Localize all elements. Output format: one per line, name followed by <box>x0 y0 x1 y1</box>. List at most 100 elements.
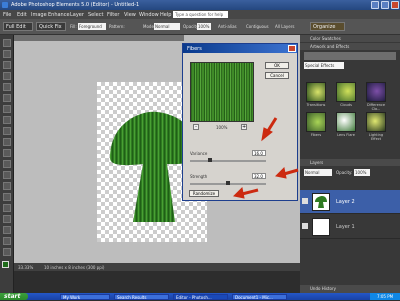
brush-tool-icon[interactable] <box>3 193 11 201</box>
menu-layer[interactable]: Layer <box>70 12 84 18</box>
red-eye-tool-icon[interactable] <box>3 149 11 157</box>
taskbar-item[interactable]: Document1 - Mic... <box>232 294 287 300</box>
layer-blend-mode-select[interactable]: Normal <box>304 169 332 176</box>
effect-label: Clouds <box>340 103 352 107</box>
eye-visibility-icon[interactable] <box>302 223 308 229</box>
toolbox <box>0 35 14 293</box>
cookie-cutter-tool-icon[interactable] <box>3 138 11 146</box>
lasso-tool-icon[interactable] <box>3 94 11 102</box>
menu-image[interactable]: Image <box>31 12 47 18</box>
start-button[interactable]: start <box>0 293 28 300</box>
fill-label: Fill: <box>70 24 77 29</box>
zoom-tool-icon[interactable] <box>3 50 11 58</box>
blur-tool-icon[interactable] <box>3 237 11 245</box>
menu-edit[interactable]: Edit <box>17 12 27 18</box>
effect-transitions-thumb[interactable] <box>306 82 326 102</box>
organize-button[interactable]: Organize <box>310 22 345 31</box>
effect-lighting-thumb[interactable] <box>366 112 386 132</box>
minimize-button[interactable] <box>371 1 379 9</box>
app-title-bar: Adobe Photoshop Elements 5.0 (Editor) - … <box>0 0 400 10</box>
taskbar-item[interactable]: My Work <box>60 294 110 300</box>
undo-history-panel-header[interactable]: Undo History <box>300 285 400 293</box>
effect-label: Lens Flare <box>337 133 355 137</box>
pattern-label: Pattern: <box>109 24 125 29</box>
eyedropper-tool-icon[interactable] <box>3 72 11 80</box>
layer-thumbnail <box>312 193 330 211</box>
layer-opacity-label: Opacity: <box>336 170 353 175</box>
system-clock: 7:05 PM <box>370 293 400 300</box>
full-edit-button[interactable]: Full Edit <box>3 22 33 31</box>
eraser-tool-icon[interactable] <box>3 182 11 190</box>
paint-bucket-tool-icon[interactable] <box>3 204 11 212</box>
effect-fibers-thumb[interactable] <box>306 112 326 132</box>
menu-file[interactable]: File <box>3 12 11 18</box>
contiguous-checkbox[interactable]: Contiguous <box>246 24 269 29</box>
menu-view[interactable]: View <box>124 12 136 18</box>
palette-bin: Color Swatches Artwork and Effects Speci… <box>300 35 400 293</box>
document-tab <box>14 35 184 41</box>
effect-label: Lighting Effect <box>368 133 384 141</box>
options-bar: Full Edit Quick Fix Fill: Foreground Pat… <box>0 19 400 35</box>
hand-tool-icon[interactable] <box>3 61 11 69</box>
layer-row[interactable]: Layer 1 <box>300 215 400 239</box>
menu-window[interactable]: Window <box>139 12 159 18</box>
maximize-button[interactable] <box>381 1 389 9</box>
effect-label: Difference Clo... <box>366 103 386 111</box>
layer-opacity-field[interactable]: 100% <box>354 169 370 176</box>
cancel-button[interactable]: Cancel <box>265 72 289 79</box>
foreground-color-swatch[interactable] <box>2 261 9 268</box>
layer-name: Layer 1 <box>336 224 355 230</box>
layer-row[interactable]: Layer 2 <box>300 190 400 214</box>
effects-toolbar <box>304 52 396 60</box>
menu-enhance[interactable]: Enhance <box>48 12 70 18</box>
fill-select[interactable]: Foreground <box>78 23 106 30</box>
gradient-tool-icon[interactable] <box>3 215 11 223</box>
marquee-tool-icon[interactable] <box>3 83 11 91</box>
effect-label: Transitions <box>306 103 326 107</box>
menu-filter[interactable]: Filter <box>107 12 119 18</box>
arrow-head-icon <box>274 166 287 179</box>
opacity-field[interactable]: 100% <box>197 23 211 30</box>
healing-brush-tool-icon[interactable] <box>3 160 11 168</box>
move-tool-icon[interactable] <box>3 39 11 47</box>
mushroom-thumb-icon <box>315 196 327 208</box>
effect-lens-flare-thumb[interactable] <box>336 112 356 132</box>
dialog-title: Fibers <box>187 46 202 52</box>
all-layers-checkbox[interactable]: All Layers <box>275 24 294 29</box>
crop-tool-icon[interactable] <box>3 127 11 135</box>
annotation-arrows <box>232 117 299 199</box>
menu-select[interactable]: Select <box>88 12 103 18</box>
fibers-dialog-title-bar: Fibers <box>183 44 297 53</box>
magic-wand-tool-icon[interactable] <box>3 105 11 113</box>
help-search-input[interactable]: Type a question for help <box>173 11 228 18</box>
clone-stamp-tool-icon[interactable] <box>3 171 11 179</box>
dialog-close-icon[interactable] <box>288 45 296 52</box>
arrow-to-strength-icon <box>283 168 299 176</box>
effects-category-select[interactable]: Special Effects <box>304 62 344 69</box>
windows-taskbar: start My Work Search Results Editor - Ph… <box>0 293 400 300</box>
arrow-head-icon <box>232 186 245 199</box>
mode-select[interactable]: Normal <box>154 23 180 30</box>
sponge-tool-icon[interactable] <box>3 248 11 256</box>
close-window-button[interactable] <box>391 1 399 9</box>
layers-panel-header[interactable]: Layers <box>300 159 400 166</box>
window-title: Adobe Photoshop Elements 5.0 (Editor) - … <box>11 2 140 8</box>
taskbar-item[interactable]: Search Results <box>114 294 169 300</box>
quick-fix-button[interactable]: Quick Fix <box>36 22 66 31</box>
type-tool-icon[interactable] <box>3 116 11 124</box>
antialias-checkbox[interactable]: Anti-alias <box>218 24 237 29</box>
taskbar-item[interactable]: Editor - Photosh... <box>173 294 228 300</box>
arrow-to-randomize-icon <box>241 188 259 196</box>
photoshop-elements-icon <box>2 2 8 8</box>
ok-button[interactable]: OK <box>265 62 289 69</box>
layer-name: Layer 2 <box>336 199 355 205</box>
doc-size: 10 inches x 8 inches (300 ppi) <box>44 265 105 270</box>
artwork-effects-panel-header[interactable]: Artwork and Effects <box>300 43 400 50</box>
arrow-head-icon <box>261 127 273 142</box>
effect-clouds-thumb[interactable] <box>336 82 356 102</box>
effect-difference-clouds-thumb[interactable] <box>366 82 386 102</box>
eye-visibility-icon[interactable] <box>302 198 308 204</box>
color-swatches-panel-header[interactable]: Color Swatches <box>300 35 400 42</box>
shape-tool-icon[interactable] <box>3 226 11 234</box>
menu-help[interactable]: Help <box>160 12 171 18</box>
